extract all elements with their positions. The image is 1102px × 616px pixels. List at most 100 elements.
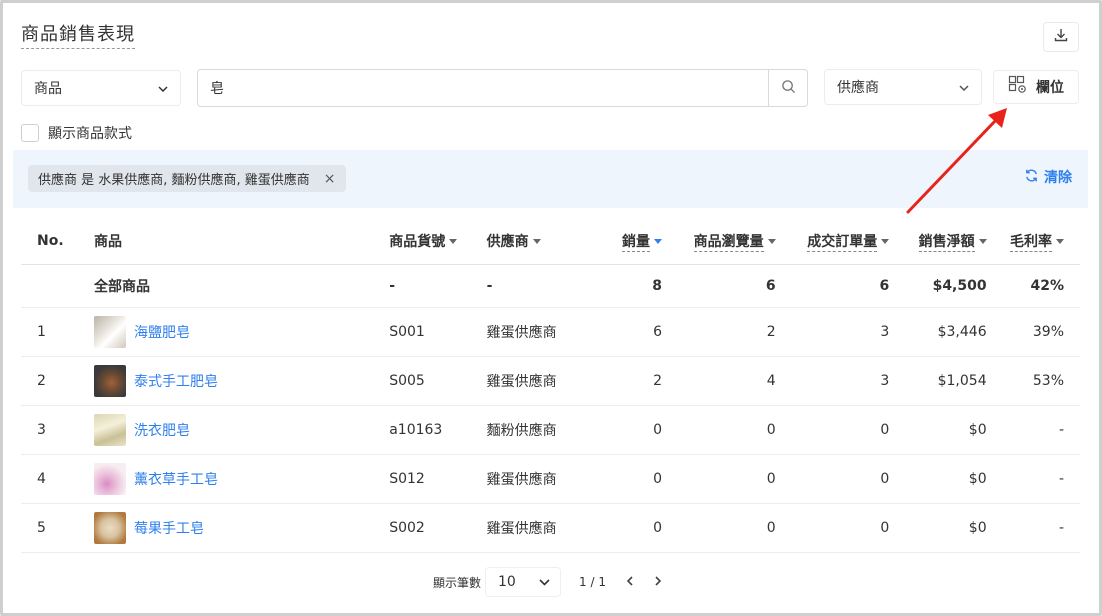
table-row: 5 莓果手工皂 S002 雞蛋供應商 0 0 0 $0 - — [21, 503, 1080, 553]
chevron-left-icon[interactable] — [626, 575, 634, 589]
sort-caret-icon — [1056, 239, 1064, 245]
row-product-cell: 莓果手工皂 — [94, 503, 390, 553]
row-supplier: 雞蛋供應商 — [486, 356, 601, 406]
row-orders: 0 — [775, 503, 890, 553]
table-total-row: 全部商品 - - 8 6 6 $4,500 42% — [21, 264, 1080, 308]
row-supplier: 雞蛋供應商 — [486, 307, 601, 357]
row-views: 0 — [662, 405, 776, 455]
row-orders: 0 — [775, 405, 890, 455]
sort-caret-icon — [978, 239, 987, 245]
pagination: 顯示筆數 10 1 / 1 — [433, 567, 662, 597]
row-net-sales: $3,446 — [889, 307, 987, 357]
total-label: 全部商品 — [94, 264, 390, 308]
header-sku-label: 商品貨號 — [389, 233, 446, 250]
header-sku[interactable]: 商品貨號 — [389, 218, 487, 265]
row-views: 2 — [662, 307, 776, 357]
columns-button[interactable]: 欄位 — [993, 70, 1079, 104]
product-link[interactable]: 莓果手工皂 — [134, 518, 204, 538]
table-row: 3 洗衣肥皂 a10163 麵粉供應商 0 0 0 $0 - — [21, 405, 1080, 455]
search-input[interactable] — [198, 70, 768, 106]
chevron-right-icon[interactable] — [654, 575, 662, 589]
row-margin: - — [986, 405, 1080, 455]
row-sku: S001 — [389, 307, 487, 357]
product-thumbnail — [94, 511, 127, 544]
row-no: 1 — [21, 307, 95, 357]
product-thumbnail — [94, 462, 127, 495]
table-header-row: No. 商品 商品貨號 供應商 銷量 商品瀏覽量 成交訂單量 銷售淨額 毛利率 — [21, 218, 1080, 265]
row-sales-qty: 0 — [600, 503, 663, 553]
show-variants-checkbox[interactable] — [21, 124, 39, 142]
row-orders: 3 — [775, 356, 890, 406]
supplier-filter-chip: 供應商 是 水果供應商, 麵粉供應商, 雞蛋供應商 × — [28, 165, 346, 192]
row-no: 5 — [21, 503, 95, 553]
row-views: 0 — [662, 454, 776, 504]
download-button[interactable] — [1043, 22, 1079, 52]
row-sales-qty: 0 — [600, 454, 663, 504]
product-link[interactable]: 海鹽肥皂 — [134, 322, 190, 342]
total-sku: - — [389, 264, 487, 308]
row-net-sales: $0 — [889, 503, 987, 553]
active-filter-bar: 供應商 是 水果供應商, 麵粉供應商, 雞蛋供應商 × 清除 — [13, 150, 1088, 208]
header-supplier[interactable]: 供應商 — [486, 218, 601, 265]
total-views: 6 — [662, 264, 776, 308]
clear-filters-button[interactable]: 清除 — [1024, 167, 1072, 187]
header-margin-label: 毛利率 — [1010, 233, 1052, 252]
sales-table: No. 商品 商品貨號 供應商 銷量 商品瀏覽量 成交訂單量 銷售淨額 毛利率 … — [21, 218, 1080, 553]
row-no: 2 — [21, 356, 95, 406]
row-sku: a10163 — [389, 405, 487, 455]
product-link[interactable]: 薰衣草手工皂 — [134, 469, 218, 489]
header-orders[interactable]: 成交訂單量 — [775, 218, 890, 265]
total-no-cell — [21, 264, 95, 308]
product-link[interactable]: 洗衣肥皂 — [134, 420, 190, 440]
filter-chip-text: 供應商 是 水果供應商, 麵粉供應商, 雞蛋供應商 — [38, 173, 310, 188]
search-button[interactable] — [768, 70, 807, 106]
row-orders: 0 — [775, 454, 890, 504]
category-select[interactable]: 商品 — [21, 70, 181, 106]
sort-caret-icon — [767, 239, 776, 245]
sort-caret-icon — [881, 239, 890, 245]
supplier-select-value: 供應商 — [837, 80, 879, 96]
row-no: 3 — [21, 405, 95, 455]
header-supplier-label: 供應商 — [486, 233, 529, 250]
header-views[interactable]: 商品瀏覽量 — [662, 218, 776, 265]
row-sku: S005 — [389, 356, 487, 406]
show-variants-toggle[interactable]: 顯示商品款式 — [21, 123, 132, 143]
close-icon[interactable]: × — [324, 171, 336, 187]
header-net-sales-label: 銷售淨額 — [918, 233, 975, 252]
row-product-cell: 泰式手工肥皂 — [94, 356, 390, 406]
per-page-label: 顯示筆數 — [433, 575, 482, 590]
product-link[interactable]: 泰式手工肥皂 — [134, 371, 218, 391]
row-net-sales: $1,054 — [889, 356, 987, 406]
row-margin: 53% — [986, 356, 1080, 406]
category-select-value: 商品 — [34, 81, 62, 97]
header-orders-label: 成交訂單量 — [807, 233, 878, 252]
refresh-icon — [1024, 168, 1039, 187]
supplier-select[interactable]: 供應商 — [824, 69, 982, 105]
header-sales-qty[interactable]: 銷量 — [600, 218, 663, 265]
download-icon — [1053, 27, 1069, 47]
row-views: 4 — [662, 356, 776, 406]
header-margin[interactable]: 毛利率 — [986, 218, 1080, 265]
row-net-sales: $0 — [889, 454, 987, 504]
clear-label: 清除 — [1044, 170, 1072, 186]
chevron-down-icon — [539, 574, 550, 590]
search-box[interactable] — [197, 69, 808, 107]
per-page-value: 10 — [498, 574, 516, 590]
row-orders: 3 — [775, 307, 890, 357]
total-sales-qty: 8 — [600, 264, 663, 308]
page-title: 商品銷售表現 — [21, 20, 135, 49]
row-net-sales: $0 — [889, 405, 987, 455]
row-product-cell: 海鹽肥皂 — [94, 307, 390, 357]
header-product: 商品 — [94, 218, 390, 265]
per-page-select[interactable]: 10 — [485, 567, 562, 597]
row-margin: - — [986, 454, 1080, 504]
header-net-sales[interactable]: 銷售淨額 — [889, 218, 987, 265]
row-sales-qty: 2 — [600, 356, 663, 406]
table-row: 1 海鹽肥皂 S001 雞蛋供應商 6 2 3 $3,446 39% — [21, 307, 1080, 357]
total-orders: 6 — [775, 264, 890, 308]
row-sku: S012 — [389, 454, 487, 504]
header-no: No. — [21, 218, 95, 265]
sort-caret-icon — [449, 239, 458, 245]
header-views-label: 商品瀏覽量 — [693, 233, 764, 252]
row-no: 4 — [21, 454, 95, 504]
